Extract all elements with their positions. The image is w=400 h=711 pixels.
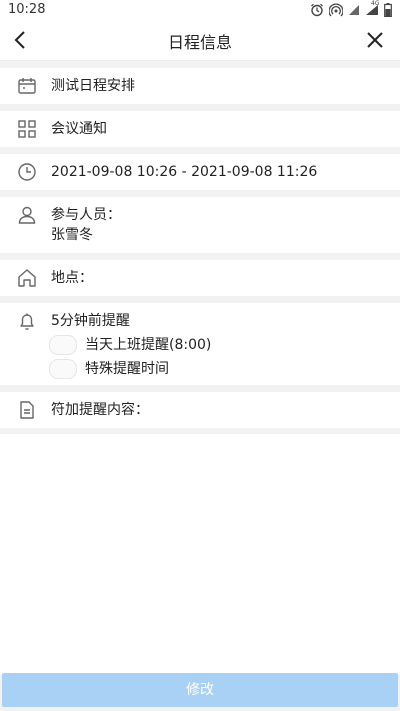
extra-content-row: 符加提醒内容：	[0, 392, 400, 428]
participants-row: 参与人员： 张雪冬	[0, 197, 400, 253]
bell-icon	[20, 313, 34, 330]
clock-icon	[18, 163, 36, 181]
reminder-option-label: 当天上班提醒(8:00)	[85, 337, 212, 353]
grid-icon	[18, 120, 36, 138]
status-bar: 10:28 4G	[0, 0, 400, 20]
battery-icon	[384, 3, 392, 17]
reminder-checkbox[interactable]	[49, 359, 77, 379]
schedule-name: 测试日程安排	[51, 78, 135, 94]
nav-bar: 日程信息	[0, 20, 400, 61]
user-icon	[18, 206, 36, 224]
location-row: 地点：	[0, 260, 400, 296]
schedule-name-row: 测试日程安排	[0, 68, 400, 104]
participants-value: 张雪冬	[51, 227, 93, 243]
document-icon	[20, 401, 34, 419]
reminder-checkbox[interactable]	[49, 335, 77, 355]
status-time: 10:28	[8, 2, 46, 17]
schedule-category: 会议通知	[51, 121, 107, 137]
network-label: 4G	[371, 0, 380, 7]
page-title: 日程信息	[167, 33, 232, 52]
alarm-icon	[311, 3, 323, 17]
signal-icon	[349, 5, 359, 15]
extra-content-label: 符加提醒内容：	[51, 402, 149, 418]
status-icons: 4G	[310, 0, 392, 17]
participants-label: 参与人员：	[51, 207, 121, 223]
reminder-option-label: 特殊提醒时间	[85, 361, 169, 377]
schedule-time-range: 2021-09-08 10:26 - 2021-09-08 11:26	[51, 164, 318, 180]
calendar-icon	[18, 78, 36, 94]
section-divider	[0, 385, 400, 392]
hotspot-icon	[329, 3, 343, 17]
reminder-option-special[interactable]: 特殊提醒时间	[49, 359, 211, 379]
location-label: 地点：	[51, 270, 93, 286]
section-divider	[0, 104, 400, 111]
signal-4g-icon: 4G	[365, 0, 379, 16]
section-divider	[0, 61, 400, 68]
close-icon[interactable]	[364, 29, 386, 51]
reminder-option-workday[interactable]: 当天上班提醒(8:00)	[49, 335, 212, 355]
category-row: 会议通知	[0, 111, 400, 147]
reminder-main: 5分钟前提醒	[51, 313, 130, 329]
home-icon	[18, 269, 36, 287]
section-divider	[0, 147, 400, 154]
empty-content-area	[0, 434, 400, 674]
edit-button[interactable]: 修改	[2, 673, 398, 707]
section-divider	[0, 253, 400, 260]
reminder-row: 5分钟前提醒 当天上班提醒(8:00) 特殊提醒时间	[0, 303, 400, 385]
section-divider	[0, 190, 400, 197]
time-row: 2021-09-08 10:26 - 2021-09-08 11:26	[0, 154, 400, 190]
section-divider	[0, 296, 400, 303]
